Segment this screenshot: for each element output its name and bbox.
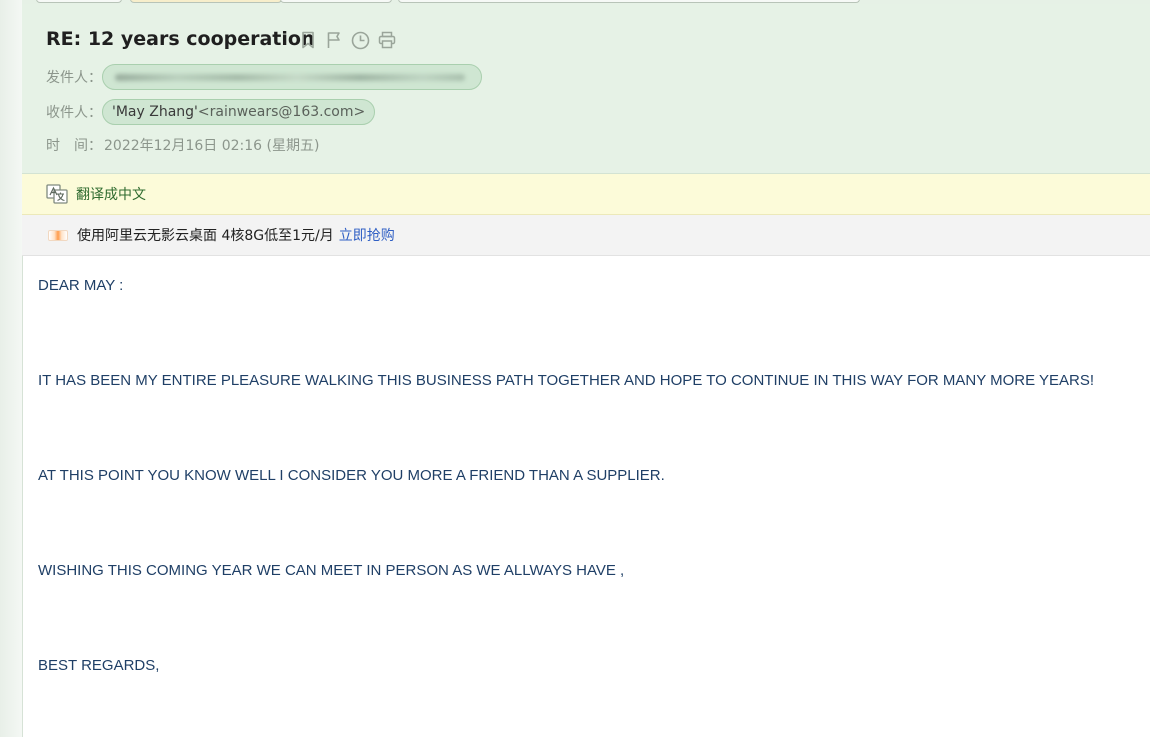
recipient-chip[interactable]: 'May Zhang' <rainwears@163.com>: [102, 99, 376, 125]
time-value: 2022年12月16日 02:16 (星期五): [104, 138, 320, 154]
to-row: 收件人： 'May Zhang' <rainwears@163.com>: [46, 99, 376, 125]
email-subject: RE: 12 years cooperation: [46, 28, 315, 50]
translate-link[interactable]: 翻译成中文: [76, 184, 146, 204]
time-label: 时 间：: [46, 138, 102, 154]
body-line: IT HAS BEEN MY ENTIRE PLEASURE WALKING T…: [38, 372, 1095, 389]
recipient-address: <rainwears@163.com>: [197, 104, 366, 120]
translate-bar: 翻译成中文: [22, 174, 1150, 215]
body-line: DEAR MAY :: [38, 277, 124, 294]
print-icon[interactable]: [377, 30, 397, 50]
toolbar-button[interactable]: [280, 0, 392, 3]
clock-icon[interactable]: [350, 30, 370, 50]
ad-bar: 使用阿里云无影云桌面 4核8G低至1元/月 立即抢购: [22, 215, 1150, 256]
left-gutter: [0, 0, 23, 737]
ad-text: 使用阿里云无影云桌面 4核8G低至1元/月: [77, 228, 334, 244]
aliyun-logo-icon: [48, 229, 68, 241]
flag-icon[interactable]: [324, 30, 344, 50]
toolbar-button[interactable]: [36, 0, 122, 3]
translate-icon[interactable]: [46, 183, 68, 205]
body-line: BEST REGARDS,: [38, 657, 160, 674]
from-row: 发件人：: [46, 64, 482, 90]
sender-redacted: [115, 74, 465, 81]
email-header: RE: 12 years cooperation 发件人： 收件人： 'May …: [22, 4, 1150, 174]
from-label: 发件人：: [46, 70, 102, 86]
bookmark-icon[interactable]: [298, 30, 318, 50]
recipient-name: 'May Zhang': [112, 104, 198, 120]
toolbar-button[interactable]: [398, 0, 860, 3]
to-label: 收件人：: [46, 105, 102, 121]
ad-link[interactable]: 立即抢购: [339, 225, 395, 245]
body-line: AT THIS POINT YOU KNOW WELL I CONSIDER Y…: [38, 467, 665, 484]
time-row: 时 间： 2022年12月16日 02:16 (星期五): [46, 135, 319, 155]
body-line: WISHING THIS COMING YEAR WE CAN MEET IN …: [38, 562, 625, 579]
sender-chip[interactable]: [102, 64, 482, 90]
toolbar-button[interactable]: [130, 0, 282, 3]
